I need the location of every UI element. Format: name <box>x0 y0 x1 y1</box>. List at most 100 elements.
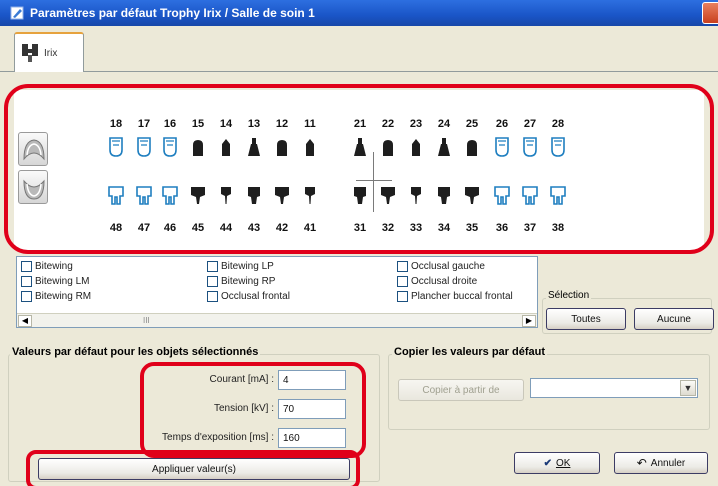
selection-title: Sélection <box>546 290 592 301</box>
tooth-18-icon[interactable] <box>106 136 126 158</box>
tooth-27-icon[interactable] <box>520 136 540 158</box>
tooth-35-icon[interactable] <box>462 184 482 206</box>
tooth-number-32: 32 <box>381 222 395 234</box>
check-bitewing-rm[interactable]: Bitewing RM <box>21 291 91 302</box>
tooth-37-icon[interactable] <box>520 184 540 206</box>
tooth-11-icon[interactable] <box>300 136 320 158</box>
close-button[interactable] <box>702 2 718 24</box>
tab-strip: Irix <box>0 26 718 73</box>
window-title: Paramètres par défaut Trophy Irix / Sall… <box>30 6 315 20</box>
scroll-right-icon[interactable]: ▶ <box>522 315 536 327</box>
exam-type-list[interactable]: Bitewing Bitewing LM Bitewing RM Bitewin… <box>16 256 538 328</box>
tooth-number-48: 48 <box>109 222 123 234</box>
lower-jaw-button[interactable] <box>18 170 48 204</box>
copy-source-select[interactable]: ▼ <box>530 378 698 398</box>
main-area: 18 17 16 15 14 13 12 11 21 22 23 24 25 26 27 28 48 47 46 45… <box>0 72 718 486</box>
tooth-42-icon[interactable] <box>272 184 292 206</box>
tooth-number-11: 11 <box>304 118 316 130</box>
cancel-button[interactable]: ↶ Annuler <box>614 452 708 474</box>
copy-from-button[interactable]: Copier à partir de <box>398 379 524 401</box>
tooth-32-icon[interactable] <box>378 184 398 206</box>
scroll-left-icon[interactable]: ◀ <box>18 315 32 327</box>
tooth-22-icon[interactable] <box>378 136 398 158</box>
tooth-23-icon[interactable] <box>406 136 426 158</box>
tooth-16-icon[interactable] <box>160 136 180 158</box>
upper-jaw-icon <box>19 139 49 170</box>
tooth-36-icon[interactable] <box>492 184 512 206</box>
tooth-number-16: 16 <box>163 118 177 130</box>
midline-horizontal <box>356 180 392 181</box>
tooth-13-icon[interactable] <box>244 136 264 158</box>
tooth-26-icon[interactable] <box>492 136 512 158</box>
tooth-38-icon[interactable] <box>548 184 568 206</box>
ok-button[interactable]: ✔ OK <box>514 452 600 474</box>
check-occlusal-frontal[interactable]: Occlusal frontal <box>207 291 290 302</box>
tooth-number-23: 23 <box>409 118 423 130</box>
tooth-46-icon[interactable] <box>160 184 180 206</box>
check-bitewing-lp[interactable]: Bitewing LP <box>207 261 274 272</box>
window-title-bar: Paramètres par défaut Trophy Irix / Sall… <box>0 0 718 26</box>
tooth-number-44: 44 <box>219 222 233 234</box>
tooth-number-45: 45 <box>191 222 205 234</box>
tooth-number-34: 34 <box>437 222 451 234</box>
upper-jaw-button[interactable] <box>18 132 48 166</box>
check-bitewing[interactable]: Bitewing <box>21 261 73 272</box>
tooth-number-24: 24 <box>437 118 451 130</box>
app-icon <box>10 6 24 20</box>
tooth-number-25: 25 <box>465 118 479 130</box>
tooth-number-36: 36 <box>495 222 509 234</box>
tooth-number-41: 41 <box>303 222 317 234</box>
tooth-number-26: 26 <box>495 118 509 130</box>
undo-icon: ↶ <box>636 456 647 470</box>
check-occlusal-droite[interactable]: Occlusal droite <box>397 276 477 287</box>
tooth-45-icon[interactable] <box>188 184 208 206</box>
chevron-down-icon[interactable]: ▼ <box>680 380 696 396</box>
checkmark-icon: ✔ <box>543 457 552 469</box>
tab-irix[interactable]: Irix <box>14 32 84 73</box>
sensor-icon <box>21 41 39 66</box>
tooth-number-47: 47 <box>137 222 151 234</box>
tooth-14-icon[interactable] <box>216 136 236 158</box>
voltage-input[interactable] <box>278 399 346 419</box>
horizontal-scrollbar[interactable]: ◀ III ▶ <box>17 313 537 327</box>
tooth-31-icon[interactable] <box>350 184 370 206</box>
tooth-15-icon[interactable] <box>188 136 208 158</box>
exposure-label: Temps d'exposition [ms] : <box>162 432 274 443</box>
tooth-21-icon[interactable] <box>350 136 370 158</box>
tooth-41-icon[interactable] <box>300 184 320 206</box>
tooth-number-33: 33 <box>409 222 423 234</box>
select-all-button[interactable]: Toutes <box>546 308 626 330</box>
tooth-number-22: 22 <box>381 118 395 130</box>
lower-jaw-icon <box>19 179 49 208</box>
tooth-number-14: 14 <box>219 118 233 130</box>
current-input[interactable] <box>278 370 346 390</box>
tooth-number-38: 38 <box>551 222 565 234</box>
tooth-number-12: 12 <box>275 118 289 130</box>
exposure-input[interactable] <box>278 428 346 448</box>
tooth-17-icon[interactable] <box>134 136 154 158</box>
select-none-button[interactable]: Aucune <box>634 308 714 330</box>
tooth-24-icon[interactable] <box>434 136 454 158</box>
tooth-47-icon[interactable] <box>134 184 154 206</box>
tooth-number-15: 15 <box>191 118 205 130</box>
scroll-thumb[interactable]: III <box>143 316 150 325</box>
tooth-25-icon[interactable] <box>462 136 482 158</box>
tooth-number-21: 21 <box>353 118 367 130</box>
tooth-34-icon[interactable] <box>434 184 454 206</box>
tooth-44-icon[interactable] <box>216 184 236 206</box>
midline-vertical <box>373 152 374 212</box>
check-plancher-buccal-frontal[interactable]: Plancher buccal frontal <box>397 291 513 302</box>
check-bitewing-lm[interactable]: Bitewing LM <box>21 276 89 287</box>
tooth-number-43: 43 <box>247 222 261 234</box>
copy-defaults-title: Copier les valeurs par défaut <box>392 346 547 358</box>
apply-values-button[interactable]: Appliquer valeur(s) <box>38 458 350 480</box>
tooth-43-icon[interactable] <box>244 184 264 206</box>
tooth-12-icon[interactable] <box>272 136 292 158</box>
tooth-number-17: 17 <box>137 118 151 130</box>
current-label: Courant [mA] : <box>209 374 274 385</box>
tooth-48-icon[interactable] <box>106 184 126 206</box>
tooth-33-icon[interactable] <box>406 184 426 206</box>
check-occlusal-gauche[interactable]: Occlusal gauche <box>397 261 485 272</box>
tooth-28-icon[interactable] <box>548 136 568 158</box>
check-bitewing-rp[interactable]: Bitewing RP <box>207 276 275 287</box>
